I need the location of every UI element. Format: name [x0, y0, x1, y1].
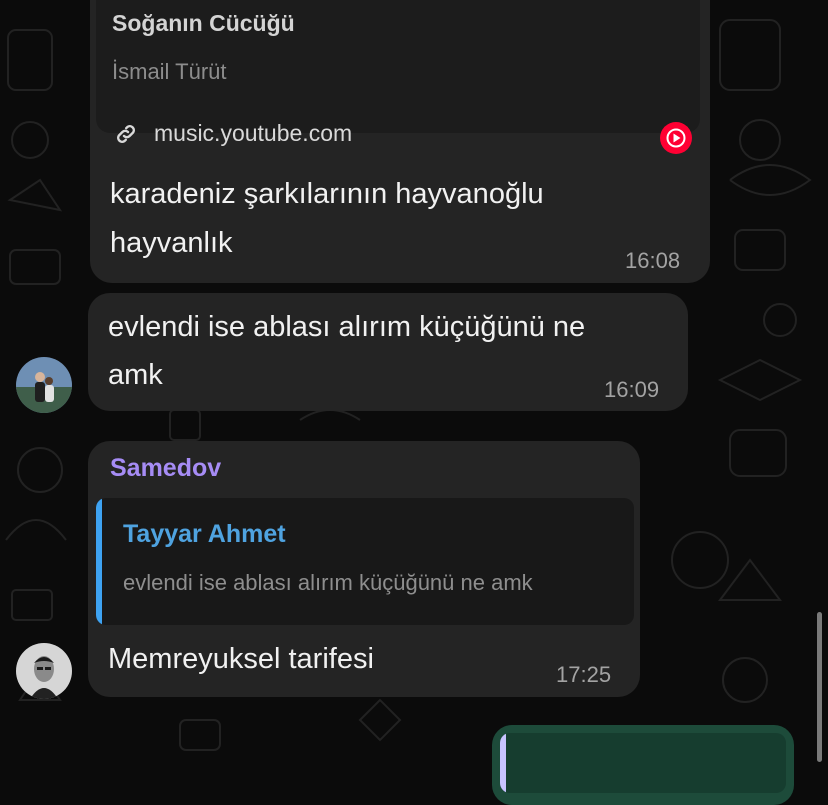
avatar[interactable] — [16, 357, 72, 413]
reply-quote[interactable] — [500, 733, 786, 793]
message-bubble-reply[interactable]: Samedov Tayyar Ahmet evlendi ise ablası … — [88, 441, 640, 697]
message-time: 16:08 — [625, 248, 681, 273]
preview-url[interactable]: music.youtube.com — [154, 120, 352, 147]
preview-artist: İsmail Türüt — [112, 59, 227, 84]
sender-name[interactable]: Samedov — [110, 454, 221, 483]
message-time: 17:25 — [556, 662, 612, 687]
link-icon — [117, 125, 135, 143]
message-bubble[interactable]: evlendi ise ablası alırım küçüğünü ne am… — [88, 293, 688, 411]
message-text-line2: amk — [108, 359, 163, 391]
reply-quote-text: evlendi ise ablası alırım küçüğünü ne am… — [123, 570, 533, 595]
link-preview-card[interactable]: Soğanın Cücüğü İsmail Türüt music.youtub… — [96, 0, 700, 154]
reply-quote-bar — [96, 498, 102, 625]
reply-quote[interactable]: Tayyar Ahmet evlendi ise ablası alırım k… — [96, 498, 634, 625]
preview-title: Soğanın Cücüğü — [112, 10, 295, 36]
youtube-music-icon — [660, 122, 692, 154]
avatar-photo — [16, 643, 72, 699]
message-text-line1: karadeniz şarkılarının hayvanoğlu — [110, 178, 544, 210]
message-bubble-outgoing[interactable] — [492, 725, 794, 805]
message-text: Memreyuksel tarifesi — [108, 643, 374, 675]
reply-quote-bar — [500, 733, 506, 793]
message-text-line1: evlendi ise ablası alırım küçüğünü ne — [108, 311, 586, 343]
message-time: 16:09 — [604, 377, 660, 402]
reply-quote-name: Tayyar Ahmet — [123, 520, 286, 548]
message-text-line2: hayvanlık — [110, 227, 233, 259]
avatar[interactable] — [16, 643, 72, 699]
avatar-photo — [16, 357, 72, 413]
scrollbar[interactable] — [817, 612, 822, 762]
message-bubble-link[interactable]: Soğanın Cücüğü İsmail Türüt music.youtub… — [90, 0, 710, 283]
